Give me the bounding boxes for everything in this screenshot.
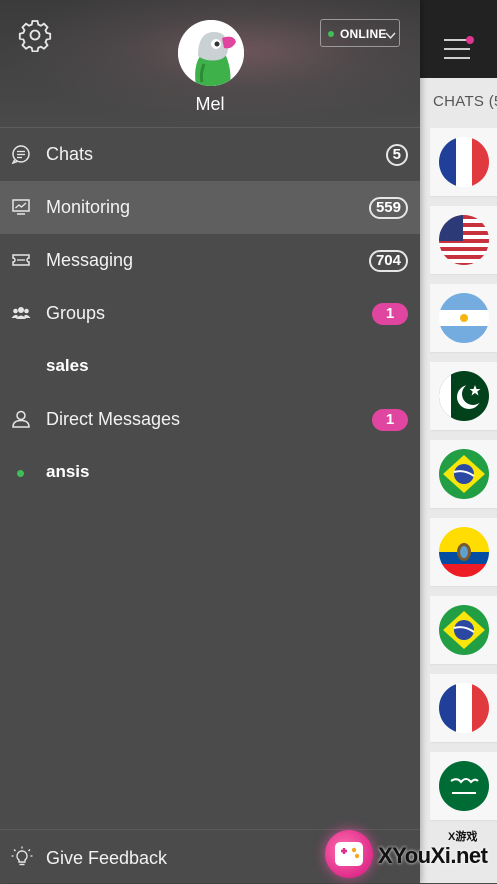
group-icon: [11, 303, 31, 323]
online-status-dot: [328, 31, 334, 37]
nav-label-direct-messages: Direct Messages: [46, 409, 181, 429]
ecuador-flag-icon: [439, 527, 489, 577]
background-chat-panel: CHATS (5: [420, 0, 497, 883]
nav-label-chats: Chats: [46, 144, 94, 164]
nav-item-direct-messages[interactable]: Direct Messages 1: [0, 393, 420, 446]
watermark: X游戏 XYouXi.net: [322, 825, 497, 883]
status-label: ONLINE: [340, 27, 387, 41]
nav-label-groups: Groups: [46, 303, 106, 323]
chat-card[interactable]: [430, 284, 497, 352]
online-status-dot: [17, 470, 24, 477]
chat-card[interactable]: [430, 752, 497, 820]
messaging-count-badge: 704: [368, 250, 408, 272]
navigation-drawer: Mel ONLINE Chats 5 Monitoring 559 Messag…: [0, 0, 420, 883]
watermark-small-text: X游戏: [448, 831, 478, 843]
watermark-site-text: XYouXi.net: [378, 843, 488, 868]
saudi-arabia-flag-icon: [439, 761, 489, 811]
lightbulb-icon: [11, 846, 33, 866]
nav-label-monitoring: Monitoring: [46, 197, 131, 217]
chevron-down-icon: [385, 28, 396, 40]
chat-card[interactable]: [430, 440, 497, 508]
chat-card[interactable]: [430, 518, 497, 586]
username: Mel: [195, 94, 225, 114]
gear-icon[interactable]: [18, 18, 52, 53]
nav-item-messaging[interactable]: Messaging 704: [0, 234, 420, 287]
france-flag-icon: [439, 683, 489, 733]
chats-tab-label[interactable]: CHATS (5: [433, 93, 497, 110]
nav-item-chats[interactable]: Chats 5: [0, 128, 420, 181]
pakistan-flag-icon: [439, 371, 489, 421]
drawer-header: Mel ONLINE: [0, 0, 420, 128]
groups-count-badge: 1: [372, 303, 408, 325]
chat-bubble-icon: [11, 144, 31, 165]
chats-count-badge: 5: [385, 144, 408, 166]
nav-item-groups[interactable]: Groups 1: [0, 287, 420, 340]
direct-label-ansis: ansis: [46, 462, 90, 481]
direct-item-ansis[interactable]: ansis: [0, 446, 420, 499]
person-icon: [11, 409, 31, 429]
argentina-flag-icon: [439, 293, 489, 343]
chat-card[interactable]: [430, 362, 497, 430]
gamepad-logo-icon: [325, 830, 373, 878]
background-topbar: [420, 0, 497, 78]
chat-card[interactable]: [430, 128, 497, 196]
chat-card[interactable]: [430, 206, 497, 274]
chat-card[interactable]: [430, 596, 497, 664]
chat-card[interactable]: [430, 674, 497, 742]
feedback-label: Give Feedback: [46, 848, 168, 868]
brazil-flag-icon: [439, 449, 489, 499]
group-label-sales: sales: [46, 356, 89, 375]
status-dropdown[interactable]: ONLINE: [320, 19, 400, 47]
avatar[interactable]: [178, 20, 244, 86]
group-item-sales[interactable]: sales: [0, 340, 420, 393]
monitoring-count-badge: 559: [368, 197, 408, 219]
brazil-flag-icon: [439, 605, 489, 655]
usa-flag-icon: [439, 215, 489, 265]
background-chat-list: [430, 128, 497, 830]
nav-item-monitoring[interactable]: Monitoring 559: [0, 181, 420, 234]
hamburger-menu-icon[interactable]: [444, 39, 470, 66]
france-flag-icon: [439, 137, 489, 187]
ticket-icon: [11, 250, 31, 270]
monitor-icon: [11, 197, 31, 217]
nav-label-messaging: Messaging: [46, 250, 134, 270]
direct-messages-count-badge: 1: [372, 409, 408, 431]
notification-dot: [466, 36, 474, 44]
